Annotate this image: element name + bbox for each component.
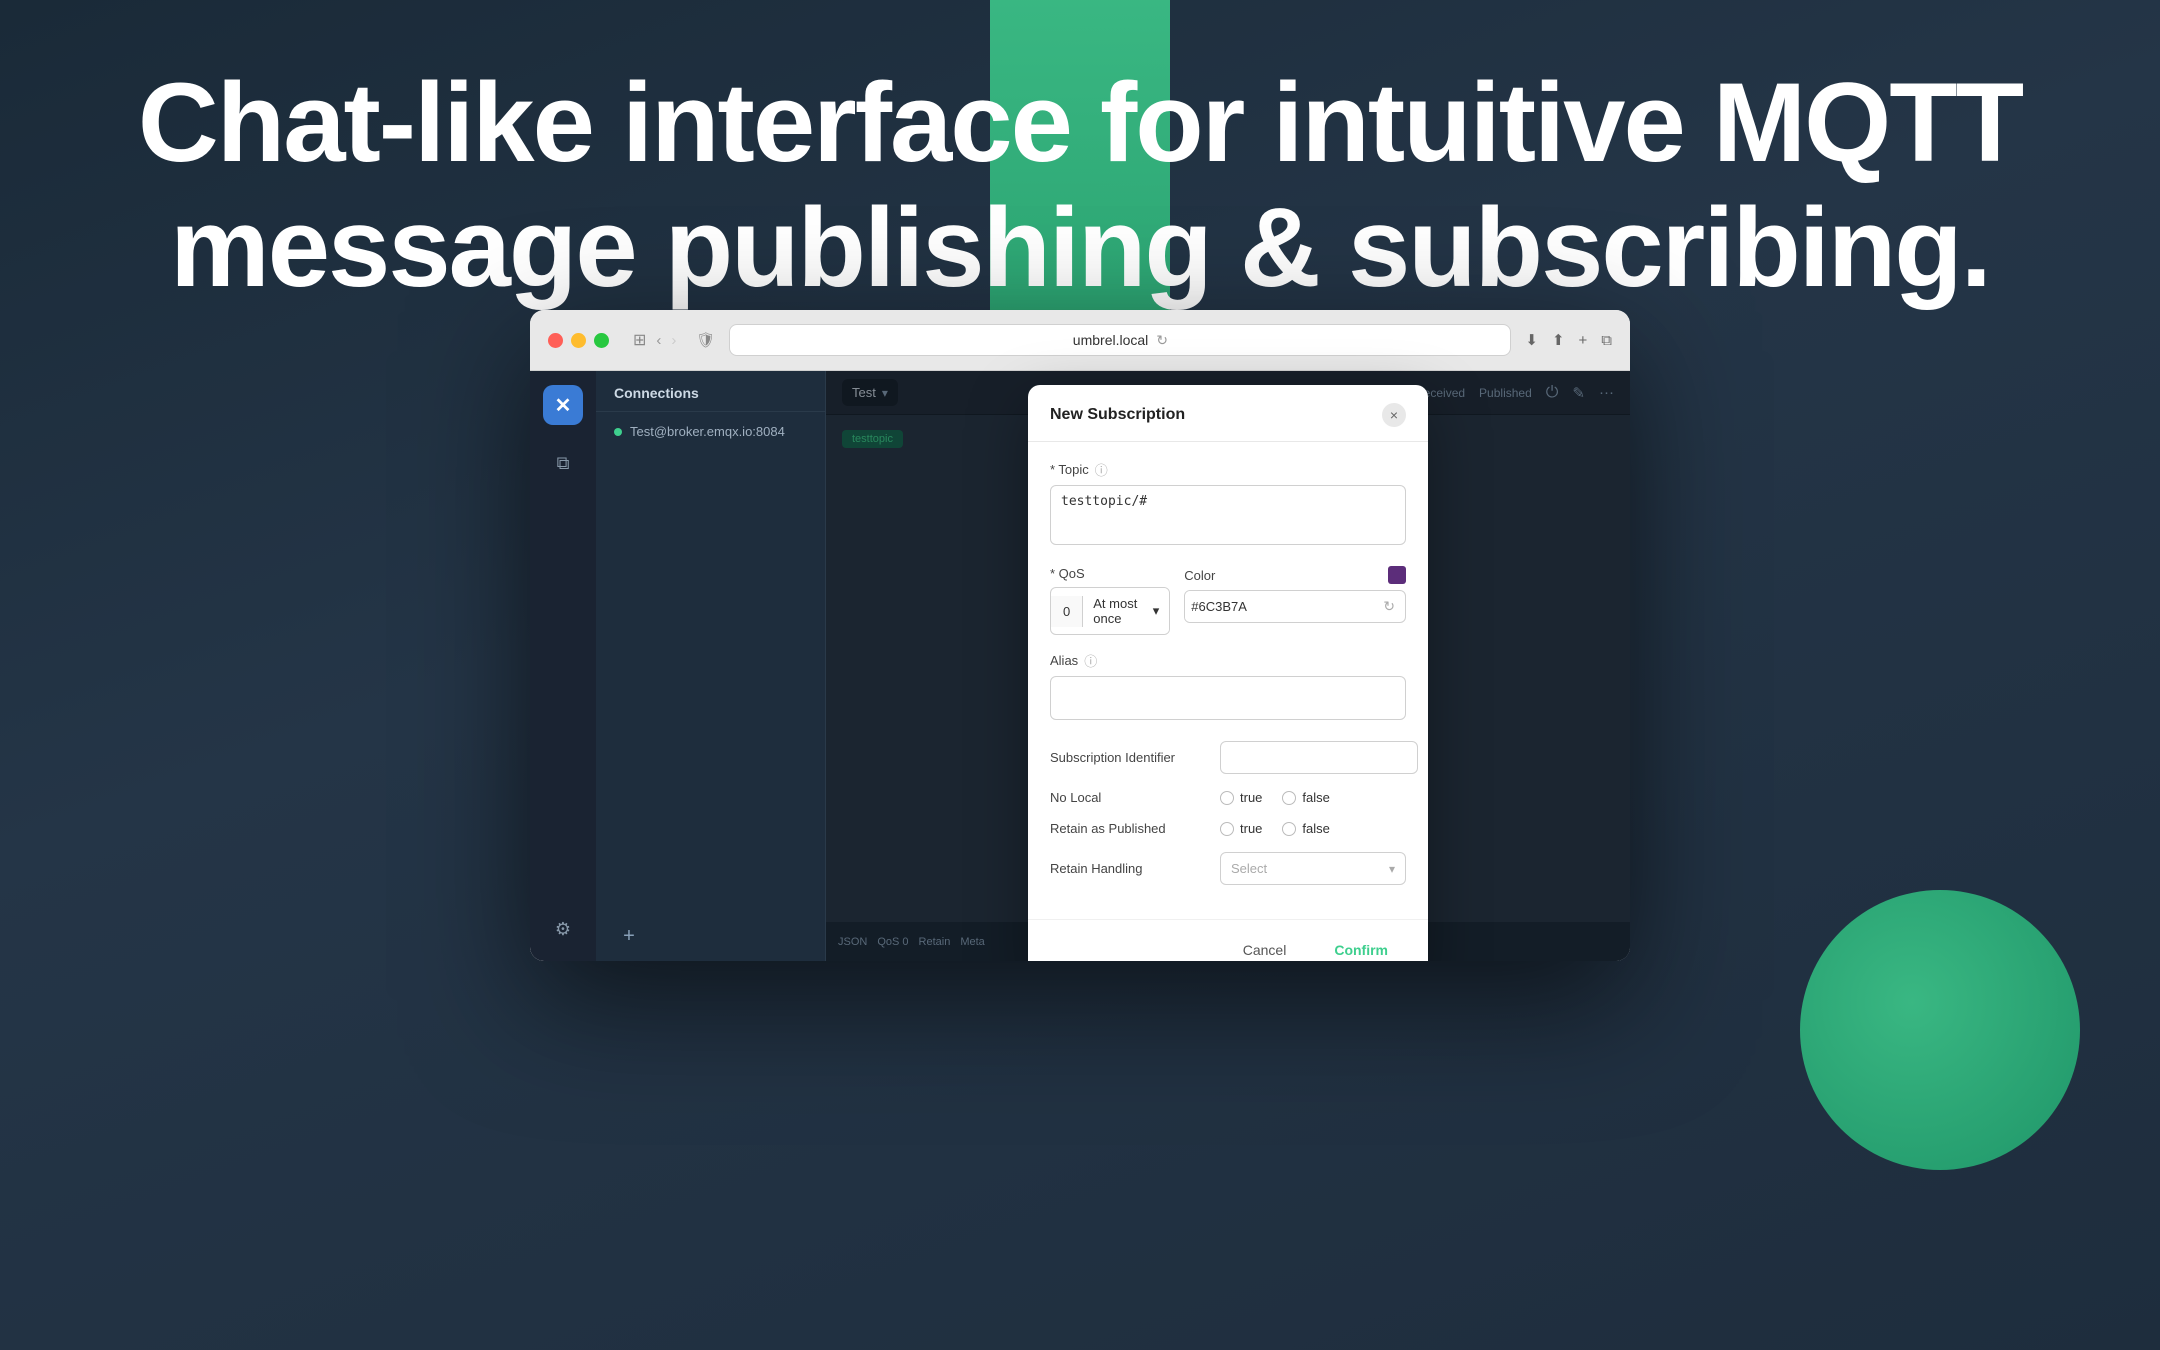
alias-input[interactable] [1050, 676, 1406, 720]
forward-icon[interactable]: › [671, 332, 676, 349]
retain-handling-arrow-icon: ▾ [1389, 862, 1395, 876]
no-local-false-radio[interactable]: false [1282, 790, 1329, 805]
retain-as-pub-label: Retain as Published [1050, 821, 1210, 836]
no-local-field-group: No Local true false [1050, 790, 1406, 805]
connection-status-dot [614, 428, 622, 436]
no-local-row: No Local true false [1050, 790, 1406, 805]
radio-retain-true-circle [1220, 822, 1234, 836]
connections-header: Connections [596, 371, 825, 412]
color-picker-row[interactable]: ↻ [1184, 590, 1406, 623]
back-icon[interactable]: ‹ [656, 332, 661, 349]
cancel-button[interactable]: Cancel [1225, 934, 1305, 961]
shield-icon: 🛡 [696, 332, 715, 349]
no-local-true-radio[interactable]: true [1220, 790, 1262, 805]
add-connection-button[interactable]: + [614, 921, 644, 951]
main-area: Test ▾ All Received Published ⏻ ✎ ··· te… [826, 371, 1630, 961]
topic-label: * Topic ⓘ [1050, 460, 1406, 479]
radio-false-circle [1282, 791, 1296, 805]
no-local-label: No Local [1050, 790, 1210, 805]
color-preview-swatch [1388, 566, 1406, 584]
modal-title: New Subscription [1050, 406, 1185, 424]
new-subscription-modal: New Subscription × * Topic ⓘ [1028, 385, 1428, 961]
minimize-button[interactable] [571, 333, 586, 348]
color-refresh-icon[interactable]: ↻ [1373, 598, 1405, 615]
qos-section: * QoS 0 At most once ▾ [1050, 566, 1170, 635]
close-button[interactable] [548, 333, 563, 348]
qos-select[interactable]: 0 At most once ▾ [1050, 587, 1170, 635]
color-section: Color ↻ [1184, 566, 1406, 635]
retain-handling-select[interactable]: Select ▾ [1220, 852, 1406, 885]
sidebar-toggle-icon[interactable]: ⊞ [633, 330, 646, 350]
retain-handling-field-group: Retain Handling Select ▾ [1050, 852, 1406, 885]
qos-color-row: * QoS 0 At most once ▾ [1050, 566, 1406, 635]
address-text: umbrel.local [1073, 332, 1148, 348]
qos-arrow-icon: ▾ [1153, 603, 1160, 619]
browser-right-icons: ⬇ ⬆ + ⧉ [1525, 331, 1612, 349]
alias-label: Alias ⓘ [1050, 651, 1406, 670]
qos-text: At most once [1093, 596, 1153, 626]
headline-text: Chat-like interface for intuitive MQTT m… [0, 60, 2160, 311]
modal-close-button[interactable]: × [1382, 403, 1406, 427]
sidebar-icon-settings[interactable]: ⚙ [545, 911, 581, 947]
retain-as-pub-true-label: true [1240, 821, 1262, 836]
sub-id-field-group: Subscription Identifier [1050, 741, 1406, 774]
retain-as-pub-row: Retain as Published true false [1050, 821, 1406, 836]
reload-icon[interactable]: ↻ [1156, 332, 1168, 349]
modal-body: * Topic ⓘ * QoS [1028, 442, 1428, 919]
retain-handling-label: Retain Handling [1050, 861, 1210, 876]
topic-field-group: * Topic ⓘ [1050, 460, 1406, 550]
topic-input[interactable] [1050, 485, 1406, 545]
traffic-lights [548, 333, 609, 348]
maximize-button[interactable] [594, 333, 609, 348]
qos-dropdown-button[interactable]: At most once ▾ [1083, 588, 1169, 634]
download-icon[interactable]: ⬇ [1525, 331, 1538, 349]
sub-id-input[interactable] [1220, 741, 1418, 774]
address-bar[interactable]: umbrel.local ↻ [729, 324, 1511, 356]
share-icon[interactable]: ⬆ [1552, 331, 1565, 349]
radio-retain-false-circle [1282, 822, 1296, 836]
confirm-button[interactable]: Confirm [1316, 934, 1406, 961]
new-tab-icon[interactable]: + [1579, 332, 1588, 349]
radio-true-circle [1220, 791, 1234, 805]
alias-info-icon[interactable]: ⓘ [1084, 651, 1097, 670]
topic-info-icon[interactable]: ⓘ [1095, 460, 1108, 479]
no-local-false-label: false [1302, 790, 1329, 805]
qos-number: 0 [1051, 596, 1083, 627]
no-local-true-label: true [1240, 790, 1262, 805]
retain-as-pub-field-group: Retain as Published true false [1050, 821, 1406, 836]
sidebar-icon-copy[interactable]: ⧉ [545, 445, 581, 481]
nav-icons: ⊞ ‹ › [633, 330, 676, 350]
sub-id-label: Subscription Identifier [1050, 750, 1210, 765]
modal-header: New Subscription × [1028, 385, 1428, 442]
browser-window: ⊞ ‹ › 🛡 umbrel.local ↻ ⬇ ⬆ + ⧉ ✕ ⧉ ⚙ [530, 310, 1630, 961]
alias-field-group: Alias ⓘ [1050, 651, 1406, 725]
color-hex-input[interactable] [1185, 591, 1373, 622]
connections-panel: Connections Test@broker.emqx.io:8084 + [596, 371, 826, 961]
browser-chrome: ⊞ ‹ › 🛡 umbrel.local ↻ ⬇ ⬆ + ⧉ [530, 310, 1630, 371]
app-body: ✕ ⧉ ⚙ Connections Test@broker.emqx.io:80… [530, 371, 1630, 961]
sidebar: ✕ ⧉ ⚙ [530, 371, 596, 961]
green-circle-decoration [1800, 890, 2080, 1170]
color-label-text: Color [1184, 566, 1406, 584]
modal-overlay: New Subscription × * Topic ⓘ [826, 371, 1630, 961]
tabs-icon[interactable]: ⧉ [1601, 332, 1612, 349]
retain-as-pub-true-radio[interactable]: true [1220, 821, 1262, 836]
sub-id-row: Subscription Identifier [1050, 741, 1406, 774]
app-logo: ✕ [543, 385, 583, 425]
retain-as-pub-false-radio[interactable]: false [1282, 821, 1329, 836]
retain-handling-row: Retain Handling Select ▾ [1050, 852, 1406, 885]
connection-item[interactable]: Test@broker.emqx.io:8084 [596, 412, 825, 451]
modal-footer: Cancel Confirm [1028, 919, 1428, 961]
connection-name: Test@broker.emqx.io:8084 [630, 424, 785, 439]
qos-label-text: * QoS [1050, 566, 1170, 581]
retain-as-pub-false-label: false [1302, 821, 1329, 836]
retain-handling-placeholder: Select [1231, 861, 1267, 876]
